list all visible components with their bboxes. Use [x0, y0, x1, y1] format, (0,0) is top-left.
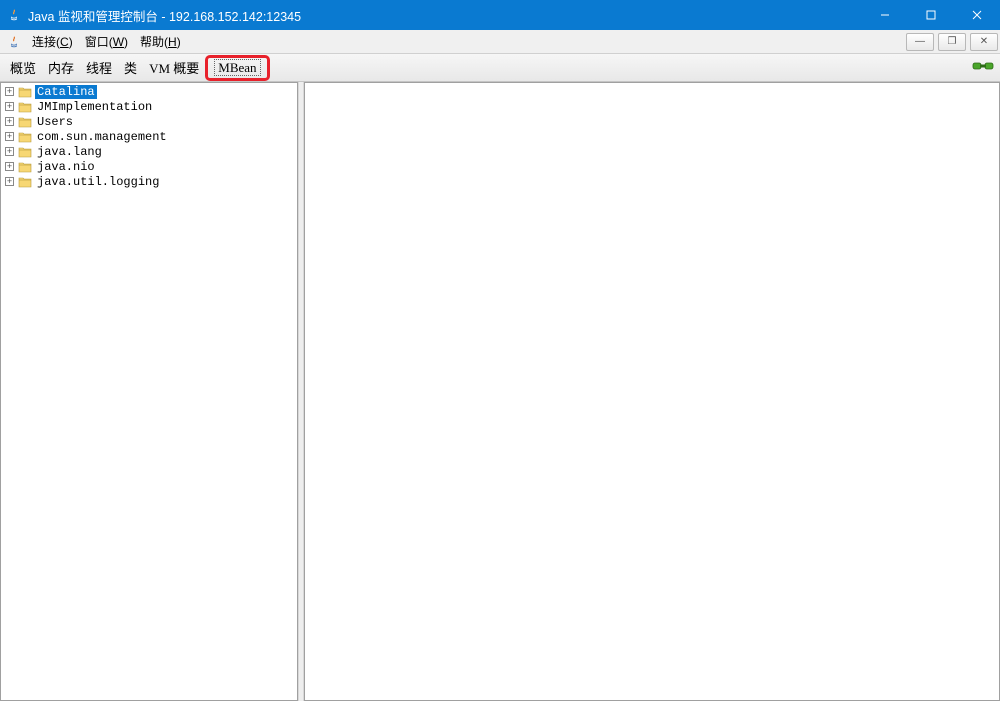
- folder-icon: [18, 86, 32, 98]
- tree-node[interactable]: + java.lang: [1, 144, 297, 159]
- mbean-tree-panel[interactable]: + Catalina+ JMImplementation+ Users+ com…: [0, 82, 298, 701]
- tab-threads[interactable]: 线程: [80, 56, 118, 79]
- tab-classes[interactable]: 类: [118, 56, 143, 79]
- tree-expander-icon[interactable]: +: [5, 132, 14, 141]
- tree-node[interactable]: + JMImplementation: [1, 99, 297, 114]
- tree-node-label: Users: [35, 115, 75, 129]
- tree-node-label: java.nio: [35, 160, 97, 174]
- tree-expander-icon[interactable]: +: [5, 177, 14, 186]
- window-maximize-button[interactable]: [908, 0, 954, 30]
- tree-node-label: java.lang: [35, 145, 104, 159]
- tree-node[interactable]: + Users: [1, 114, 297, 129]
- window-close-button[interactable]: [954, 0, 1000, 30]
- folder-icon: [18, 176, 32, 188]
- tab-memory[interactable]: 内存: [42, 56, 80, 79]
- java-icon: [6, 34, 22, 50]
- tab-mbean[interactable]: MBean: [205, 55, 269, 81]
- tab-overview[interactable]: 概览: [4, 56, 42, 79]
- tree-expander-icon[interactable]: +: [5, 147, 14, 156]
- tree-expander-icon[interactable]: +: [5, 102, 14, 111]
- tree-node[interactable]: + java.util.logging: [1, 174, 297, 189]
- folder-icon: [18, 101, 32, 113]
- mbean-detail-panel: [304, 82, 1000, 701]
- tree-node-label: JMImplementation: [35, 100, 154, 114]
- tree-expander-icon[interactable]: +: [5, 87, 14, 96]
- menu-help[interactable]: 帮助(H): [134, 31, 187, 52]
- tree-node-label: java.util.logging: [35, 175, 161, 189]
- tab-vm-summary[interactable]: VM 概要: [143, 56, 205, 79]
- mdi-close-button[interactable]: ✕: [970, 33, 998, 51]
- tree-expander-icon[interactable]: +: [5, 162, 14, 171]
- mdi-restore-button[interactable]: ❐: [938, 33, 966, 51]
- folder-icon: [18, 161, 32, 173]
- tree-node-label: com.sun.management: [35, 130, 169, 144]
- window-title: Java 监视和管理控制台 - 192.168.152.142:12345: [28, 6, 862, 25]
- menu-connection[interactable]: 连接(C): [26, 31, 79, 52]
- tabbar: 概览 内存 线程 类 VM 概要 MBean: [0, 54, 1000, 82]
- menubar: 连接(C) 窗口(W) 帮助(H) — ❐ ✕: [0, 30, 1000, 54]
- folder-icon: [18, 116, 32, 128]
- mdi-minimize-button[interactable]: —: [906, 33, 934, 51]
- java-icon: [6, 7, 22, 23]
- folder-icon: [18, 131, 32, 143]
- window-controls: [862, 0, 1000, 30]
- content-area: + Catalina+ JMImplementation+ Users+ com…: [0, 82, 1000, 701]
- window-titlebar: Java 监视和管理控制台 - 192.168.152.142:12345: [0, 0, 1000, 30]
- window-minimize-button[interactable]: [862, 0, 908, 30]
- tree-node[interactable]: + com.sun.management: [1, 129, 297, 144]
- tree-expander-icon[interactable]: +: [5, 117, 14, 126]
- tree-node[interactable]: + java.nio: [1, 159, 297, 174]
- tree-node[interactable]: + Catalina: [1, 84, 297, 99]
- menu-window[interactable]: 窗口(W): [79, 31, 134, 52]
- tree-node-label: Catalina: [35, 85, 97, 99]
- folder-icon: [18, 146, 32, 158]
- connection-status-icon: [972, 59, 994, 73]
